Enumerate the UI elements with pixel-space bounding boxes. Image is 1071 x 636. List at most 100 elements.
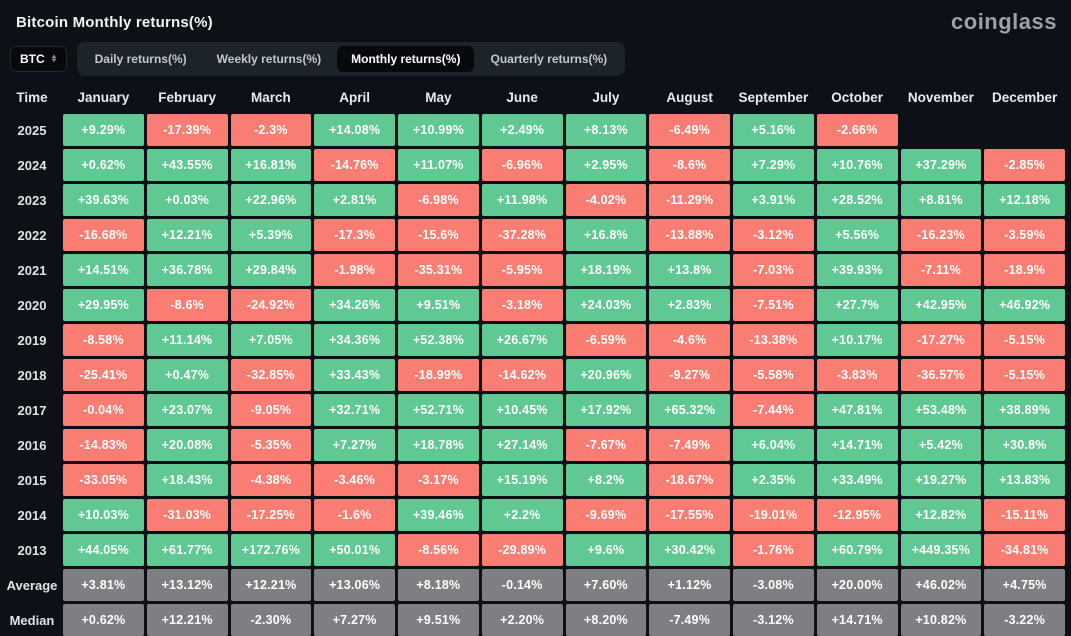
return-cell: +8.13% xyxy=(565,114,647,146)
row-label-2025: 2025 xyxy=(17,122,47,138)
return-cell: +12.21% xyxy=(230,569,312,601)
return-cell: -6.59% xyxy=(565,324,647,356)
return-cell: -32.85% xyxy=(230,359,312,391)
return-cell: -5.35% xyxy=(230,429,312,461)
return-cell: +10.82% xyxy=(900,604,982,636)
return-cell: +6.04% xyxy=(733,429,814,461)
return-cell: -18.99% xyxy=(398,359,479,391)
column-header-may: May xyxy=(425,89,452,105)
column-header-september: September xyxy=(738,89,809,105)
returns-table: Time January February March April May June July… xyxy=(0,81,1071,636)
coin-selector-value: BTC xyxy=(20,52,45,66)
empty-cell xyxy=(901,114,982,146)
return-cell: +13.06% xyxy=(314,569,395,601)
tab-quarterly-returns[interactable]: Quarterly returns(%) xyxy=(476,46,621,72)
return-cell: +2.83% xyxy=(649,289,730,321)
return-cell: -8.56% xyxy=(398,534,479,566)
return-cell: +27.14% xyxy=(481,429,563,461)
column-header-june: June xyxy=(506,89,538,105)
return-cell: -3.46% xyxy=(314,464,395,496)
return-cell: -3.08% xyxy=(733,569,814,601)
return-cell: +14.71% xyxy=(816,429,898,461)
return-cell: -9.27% xyxy=(649,359,730,391)
return-cell: -17.3% xyxy=(314,219,395,251)
return-cell: -2.85% xyxy=(984,149,1065,181)
return-cell: +52.38% xyxy=(398,324,479,356)
return-cell: +5.42% xyxy=(900,429,982,461)
return-cell: +60.79% xyxy=(816,534,898,566)
return-cell: +19.27% xyxy=(900,464,982,496)
return-cell: +0.03% xyxy=(146,184,228,216)
return-cell: +16.81% xyxy=(230,149,312,181)
return-cell: +12.21% xyxy=(146,219,228,251)
return-cell: -3.12% xyxy=(733,604,814,636)
return-cell: +5.56% xyxy=(816,219,898,251)
return-cell: -3.18% xyxy=(481,289,563,321)
return-cell: -3.12% xyxy=(733,219,814,251)
return-cell: +34.36% xyxy=(314,324,395,356)
return-cell: -3.83% xyxy=(816,359,898,391)
return-cell: -6.98% xyxy=(398,184,479,216)
return-cell: -13.88% xyxy=(649,219,730,251)
return-cell: -8.58% xyxy=(63,324,144,356)
return-cell: +11.07% xyxy=(398,149,479,181)
return-cell: -17.27% xyxy=(900,324,982,356)
return-cell: -6.49% xyxy=(649,114,730,146)
return-cell: +10.45% xyxy=(481,394,563,426)
row-label-median: Median xyxy=(9,612,55,628)
return-cell: +11.14% xyxy=(146,324,228,356)
controls-bar: BTC ▲ ▼ Daily returns(%) Weekly returns(%)… xyxy=(0,39,1071,81)
tab-weekly-returns[interactable]: Weekly returns(%) xyxy=(203,46,335,72)
return-cell: -7.03% xyxy=(733,254,814,286)
return-cell: +61.77% xyxy=(146,534,228,566)
return-cell: +3.91% xyxy=(733,184,814,216)
return-cell: -7.67% xyxy=(565,429,647,461)
return-cell: -31.03% xyxy=(146,499,228,531)
top-bar: Bitcoin Monthly returns(%) coinglass xyxy=(0,0,1071,39)
return-cell: -1.6% xyxy=(314,499,395,531)
return-cell: +39.63% xyxy=(63,184,144,216)
return-cell: +13.83% xyxy=(984,464,1065,496)
column-header-august: August xyxy=(666,89,713,105)
return-cell: -11.29% xyxy=(649,184,730,216)
return-cell: +0.62% xyxy=(63,604,144,636)
return-cell: +12.82% xyxy=(900,499,982,531)
return-cell: +5.16% xyxy=(733,114,814,146)
return-cell: +14.51% xyxy=(63,254,144,286)
return-cell: -1.76% xyxy=(733,534,814,566)
return-cell: +47.81% xyxy=(816,394,898,426)
return-cell: +10.03% xyxy=(63,499,144,531)
tab-daily-returns[interactable]: Daily returns(%) xyxy=(81,46,201,72)
return-cell: -9.05% xyxy=(230,394,312,426)
return-cell: -29.89% xyxy=(481,534,563,566)
return-cell: +26.67% xyxy=(481,324,563,356)
return-cell: +10.99% xyxy=(398,114,479,146)
return-cell: +27.7% xyxy=(816,289,898,321)
column-header-april: April xyxy=(339,89,370,105)
return-cell: +20.08% xyxy=(146,429,228,461)
return-cell: +20.00% xyxy=(816,569,898,601)
return-cell: +11.98% xyxy=(481,184,563,216)
page-title: Bitcoin Monthly returns(%) xyxy=(16,13,213,31)
row-label-2017: 2017 xyxy=(17,402,47,418)
tabs: Daily returns(%) Weekly returns(%) Monthly… xyxy=(76,42,626,76)
return-cell: +24.03% xyxy=(565,289,647,321)
return-cell: -8.6% xyxy=(649,149,730,181)
return-cell: +14.71% xyxy=(816,604,898,636)
column-header-february: February xyxy=(158,89,217,105)
return-cell: -3.22% xyxy=(984,604,1065,636)
empty-cell xyxy=(984,114,1065,146)
coin-selector[interactable]: BTC ▲ ▼ xyxy=(10,46,67,72)
return-cell: -2.66% xyxy=(816,114,898,146)
column-header-july: July xyxy=(592,89,620,105)
row-label-2014: 2014 xyxy=(17,507,47,523)
tab-monthly-returns[interactable]: Monthly returns(%) xyxy=(337,46,475,72)
return-cell: +30.8% xyxy=(984,429,1065,461)
return-cell: -3.17% xyxy=(398,464,479,496)
return-cell: +29.84% xyxy=(230,254,312,286)
return-cell: +33.49% xyxy=(816,464,898,496)
return-cell: -7.51% xyxy=(733,289,814,321)
return-cell: +3.81% xyxy=(63,569,144,601)
return-cell: +38.89% xyxy=(984,394,1065,426)
return-cell: +2.20% xyxy=(481,604,563,636)
